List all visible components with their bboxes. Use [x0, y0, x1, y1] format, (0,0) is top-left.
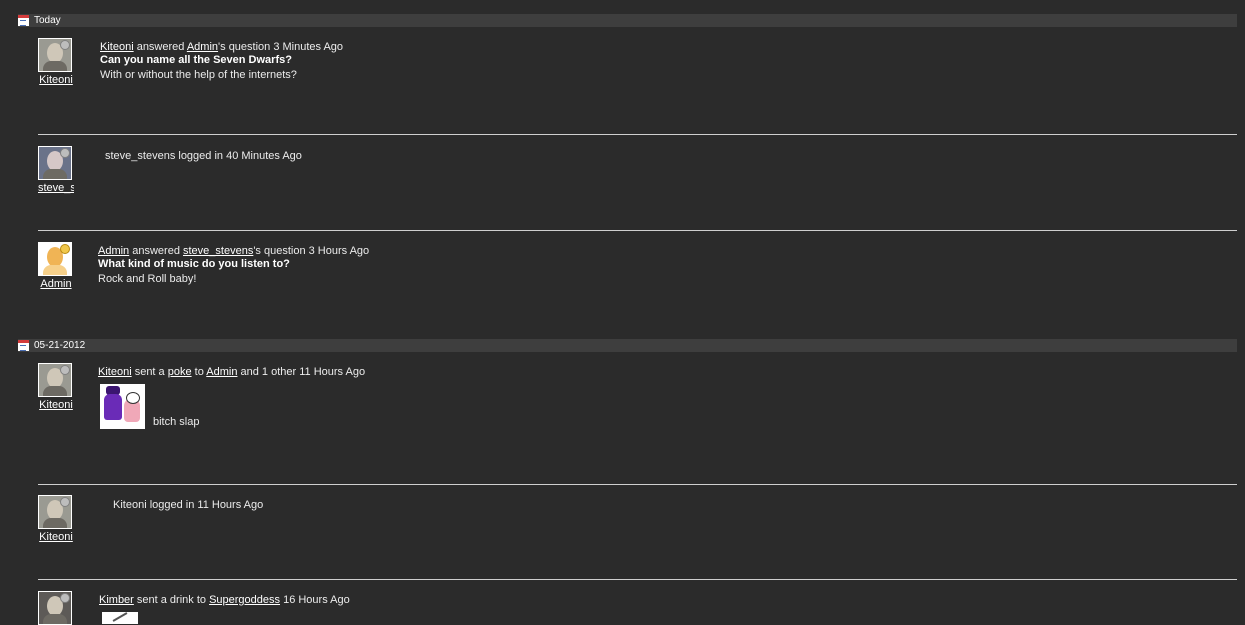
- calendar-icon: [18, 340, 29, 351]
- offline-status-icon: [60, 593, 70, 603]
- activity-suffix: 's question 3 Minutes Ago: [218, 41, 344, 53]
- date-header-05-21-2012: 05-21-2012: [18, 339, 1237, 352]
- activity-suffix: and 1 other 11 Hours Ago: [237, 366, 366, 378]
- user-avatar-block[interactable]: Kiteoni: [38, 363, 74, 411]
- answer-text: With or without the help of the internet…: [100, 69, 297, 81]
- activity-line: Kimber sent a drink to Supergoddess 16 H…: [99, 594, 350, 606]
- login-activity-text: Kiteoni logged in 11 Hours Ago: [113, 499, 264, 511]
- avatar[interactable]: [38, 363, 72, 397]
- calendar-icon: [18, 15, 29, 26]
- avatar[interactable]: [38, 242, 72, 276]
- poke-caption: bitch slap: [153, 416, 200, 428]
- target-link[interactable]: steve_stevens: [183, 245, 253, 257]
- avatar-username-link[interactable]: steve_stevens: [38, 182, 74, 194]
- user-avatar-block[interactable]: steve_stevens: [38, 146, 74, 194]
- activity-line: Kiteoni answered Admin's question 3 Minu…: [100, 41, 343, 53]
- date-header-today: Today: [18, 14, 1237, 27]
- actor-link[interactable]: Admin: [98, 245, 129, 257]
- login-activity-text: steve_stevens logged in 40 Minutes Ago: [105, 150, 302, 162]
- entry-divider: [38, 134, 1237, 135]
- actor-link[interactable]: Kimber: [99, 594, 134, 606]
- actor-link[interactable]: Kiteoni: [100, 41, 134, 53]
- activity-mid: to: [191, 366, 207, 378]
- avatar[interactable]: [38, 591, 72, 625]
- user-avatar-block[interactable]: Kiteoni: [38, 38, 74, 86]
- answer-text: Rock and Roll baby!: [98, 273, 197, 285]
- activity-verb: sent a drink to: [133, 594, 210, 606]
- avatar[interactable]: [38, 495, 72, 529]
- activity-suffix: 16 Hours Ago: [280, 594, 350, 606]
- entry-divider: [38, 579, 1237, 580]
- activity-line: Admin answered steve_stevens's question …: [98, 245, 369, 257]
- user-avatar-block[interactable]: Admin: [38, 242, 74, 290]
- entry-divider: [38, 230, 1237, 231]
- activity-verb: sent a: [131, 366, 168, 378]
- avatar[interactable]: [38, 38, 72, 72]
- activity-suffix: 's question 3 Hours Ago: [253, 245, 370, 257]
- avatar-username-link[interactable]: Kiteoni: [38, 74, 74, 86]
- question-text: Can you name all the Seven Dwarfs?: [100, 54, 292, 66]
- offline-status-icon: [60, 40, 70, 50]
- online-status-icon: [60, 244, 70, 254]
- avatar-username-link[interactable]: Kiteoni: [38, 399, 74, 411]
- activity-verb: answered: [129, 245, 183, 257]
- avatar[interactable]: [38, 146, 72, 180]
- offline-status-icon: [60, 365, 70, 375]
- activity-verb: answered: [133, 41, 187, 53]
- activity-line: Kiteoni sent a poke to Admin and 1 other…: [98, 366, 365, 378]
- target-link[interactable]: Admin: [206, 366, 237, 378]
- offline-status-icon: [60, 497, 70, 507]
- avatar-username-link[interactable]: Kiteoni: [38, 531, 74, 543]
- poke-link[interactable]: poke: [168, 366, 192, 378]
- question-text: What kind of music do you listen to?: [98, 258, 290, 270]
- poke-image: [100, 384, 145, 429]
- actor-link[interactable]: Kiteoni: [98, 366, 132, 378]
- entry-divider: [38, 484, 1237, 485]
- target-link[interactable]: Admin: [187, 41, 218, 53]
- avatar-username-link[interactable]: Admin: [38, 278, 74, 290]
- date-label: 05-21-2012: [34, 340, 86, 351]
- offline-status-icon: [60, 148, 70, 158]
- target-link[interactable]: Supergoddess: [209, 594, 280, 606]
- date-label: Today: [34, 15, 61, 26]
- user-avatar-block[interactable]: [38, 591, 74, 625]
- user-avatar-block[interactable]: Kiteoni: [38, 495, 74, 543]
- drink-image: [102, 612, 138, 624]
